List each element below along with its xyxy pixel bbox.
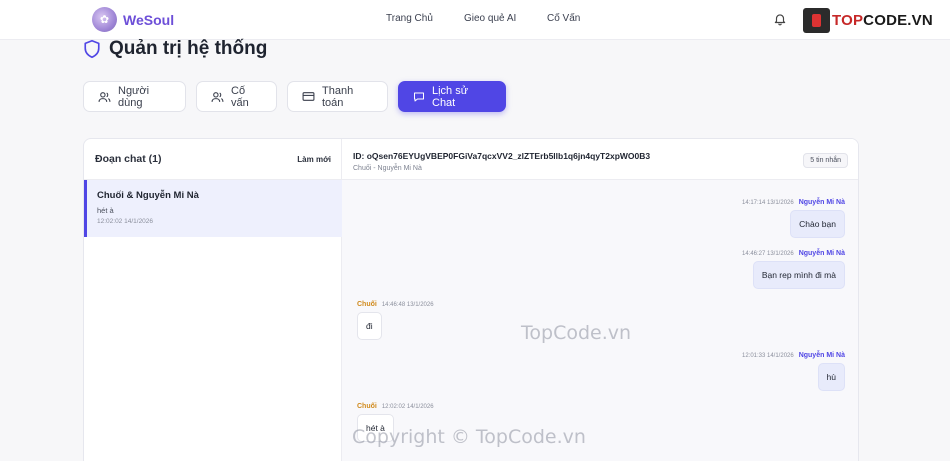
chat-id: ID: oQsen76EYUgVBEP0FGiVa7qcxVV2_zlZTErb… — [353, 151, 651, 161]
top-navbar: ✿ WeSoul Trang Chủ Gieo quẻ AI Cố Vấn TO… — [0, 0, 950, 40]
page-title: Quản trị hệ thống — [109, 38, 268, 59]
brand-logo-icon: ✿ — [92, 7, 117, 32]
brand-name: WeSoul — [123, 11, 175, 28]
message-sender: Nguyễn Mi Nà — [798, 352, 845, 359]
message-item: 14:46:27 13/1/2026 Nguyễn Mi Nà Bạn rep m… — [742, 250, 845, 289]
tab-chat-history[interactable]: Lịch sử Chat — [398, 81, 506, 112]
topcode-logo-icon — [803, 8, 830, 33]
message-count-badge: 5 tin nhắn — [803, 153, 848, 168]
shield-icon — [84, 39, 100, 59]
bell-icon[interactable] — [773, 11, 787, 27]
message-list[interactable]: 14:17:14 13/1/2026 Nguyễn Mi Nà Chào bạn … — [342, 180, 858, 461]
watermark-logo-dark: CODE.VN — [863, 12, 933, 29]
watermark-logo-red: TOP — [832, 12, 864, 29]
message-sender: Chuối — [357, 301, 377, 308]
watermark-center-text: TopCode.vn — [521, 322, 632, 344]
chat-history-panel: Đoạn chat (1) Làm mới Chuối & Nguyễn Mi … — [83, 138, 859, 461]
message-sender: Nguyễn Mi Nà — [798, 199, 845, 206]
users-icon — [98, 91, 111, 102]
message-item: 14:17:14 13/1/2026 Nguyễn Mi Nà Chào bạn — [742, 199, 845, 238]
tab-payments[interactable]: Thanh toán — [287, 81, 388, 112]
brand[interactable]: ✿ WeSoul — [92, 7, 174, 32]
message-bubble: Bạn rep mình đi mà — [752, 261, 845, 289]
message-item: 12:01:33 14/1/2026 Nguyễn Mi Nà hù — [742, 352, 845, 391]
message-bubble: Chào bạn — [790, 210, 845, 238]
nav-link-home[interactable]: Trang Chủ — [386, 13, 433, 24]
chat-members: Chuối - Nguyễn Mi Nà — [353, 165, 422, 172]
tab-advisors[interactable]: Cố vấn — [196, 81, 277, 112]
conversation-count-title: Đoạn chat (1) — [95, 153, 162, 165]
conversation-list-header: Đoạn chat (1) Làm mới — [84, 139, 342, 180]
tab-advisors-label: Cố vấn — [231, 84, 249, 109]
message-time: 12:01:33 14/1/2026 — [741, 353, 794, 359]
message-bubble: đi — [357, 312, 382, 340]
users-icon — [211, 91, 224, 102]
message-time: 14:46:48 13/1/2026 — [381, 302, 434, 308]
conversation-list: Đoạn chat (1) Làm mới Chuối & Nguyễn Mi … — [84, 139, 342, 461]
tab-users-label: Người dùng — [118, 84, 150, 109]
page-header: Quản trị hệ thống — [83, 38, 267, 60]
chat-icon — [414, 92, 424, 101]
nav-link-ai-divination[interactable]: Gieo quẻ AI — [464, 13, 516, 24]
card-icon — [302, 92, 315, 101]
nav-link-advisors[interactable]: Cố Vấn — [547, 13, 580, 24]
topcode-watermark-logo: TOPCODE.VN — [803, 8, 933, 33]
conversation-name: Chuối & Nguyễn Mi Nà — [97, 190, 199, 201]
conversation-time: 12:02:02 14/1/2026 — [97, 218, 154, 225]
message-time: 12:02:02 14/1/2026 — [381, 404, 434, 410]
watermark-bottom-text: Copyright © TopCode.vn — [352, 426, 586, 448]
chat-detail: ID: oQsen76EYUgVBEP0FGiVa7qcxVV2_zlZTErb… — [342, 139, 858, 461]
message-sender: Chuối — [357, 403, 377, 410]
tab-payments-label: Thanh toán — [322, 84, 354, 109]
tab-users[interactable]: Người dùng — [83, 81, 186, 112]
tab-chat-history-label: Lịch sử Chat — [432, 84, 469, 109]
message-time: 14:46:27 13/1/2026 — [741, 251, 794, 257]
refresh-button[interactable]: Làm mới — [297, 155, 331, 164]
message-time: 14:17:14 13/1/2026 — [741, 200, 794, 206]
message-sender: Nguyễn Mi Nà — [798, 250, 845, 257]
message-item: Chuối 14:46:48 13/1/2026 đi — [357, 301, 434, 340]
conversation-last-message: hét à — [97, 206, 114, 215]
message-bubble: hù — [817, 363, 845, 391]
chat-detail-header: ID: oQsen76EYUgVBEP0FGiVa7qcxVV2_zlZTErb… — [342, 139, 858, 180]
conversation-item[interactable]: Chuối & Nguyễn Mi Nà hét à 12:02:02 14/1… — [84, 180, 342, 237]
